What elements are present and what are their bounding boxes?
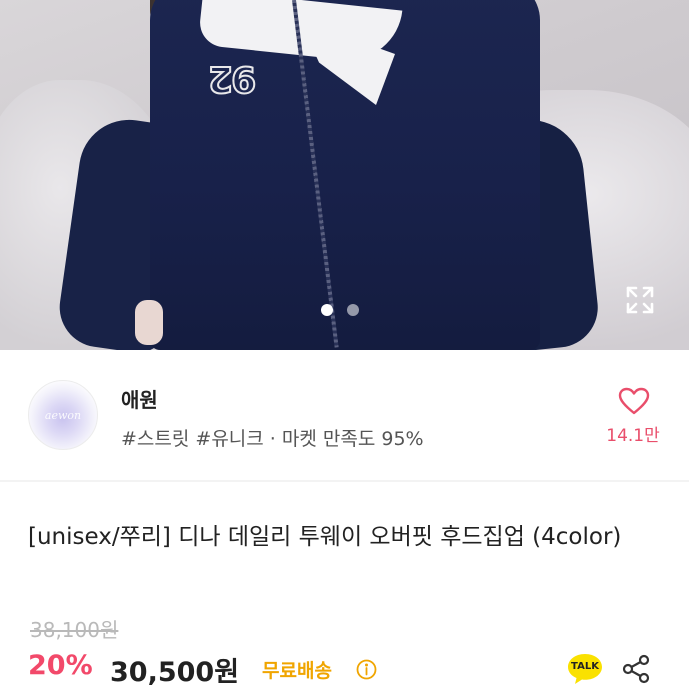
like-count: 14.1만 bbox=[606, 426, 660, 446]
carousel-dots bbox=[321, 304, 359, 316]
carousel-dot-2[interactable] bbox=[347, 304, 359, 316]
share-icon[interactable] bbox=[620, 653, 652, 685]
hoodie-print-number: 92 bbox=[209, 57, 257, 100]
kakao-talk-button[interactable]: TALK bbox=[566, 652, 604, 686]
shop-row[interactable]: aewon bbox=[0, 350, 689, 480]
kakao-talk-label: TALK bbox=[571, 661, 599, 672]
info-icon[interactable] bbox=[356, 659, 377, 680]
product-image[interactable]: 92 bbox=[0, 0, 689, 350]
hand bbox=[135, 300, 163, 345]
shop-name[interactable]: 애원 bbox=[121, 384, 158, 413]
original-price: 38,100원 bbox=[30, 618, 119, 642]
heart-outline-icon[interactable] bbox=[618, 387, 650, 415]
expand-icon[interactable] bbox=[624, 284, 656, 316]
discount-rate: 20% bbox=[28, 650, 93, 681]
section-divider bbox=[0, 480, 689, 482]
shop-avatar[interactable]: aewon bbox=[28, 380, 98, 450]
shop-tags: #스트릿 #유니크 · 마켓 만족도 95% bbox=[121, 428, 424, 450]
product-title: [unisex/쭈리] 디나 데일리 투웨이 오버핏 후드집업 (4color) bbox=[28, 524, 622, 550]
carousel-dot-1[interactable] bbox=[321, 304, 333, 316]
sale-price: 30,500원 bbox=[110, 657, 240, 688]
free-shipping-label: 무료배송 bbox=[262, 660, 332, 682]
shop-avatar-logo: aewon bbox=[44, 409, 82, 422]
